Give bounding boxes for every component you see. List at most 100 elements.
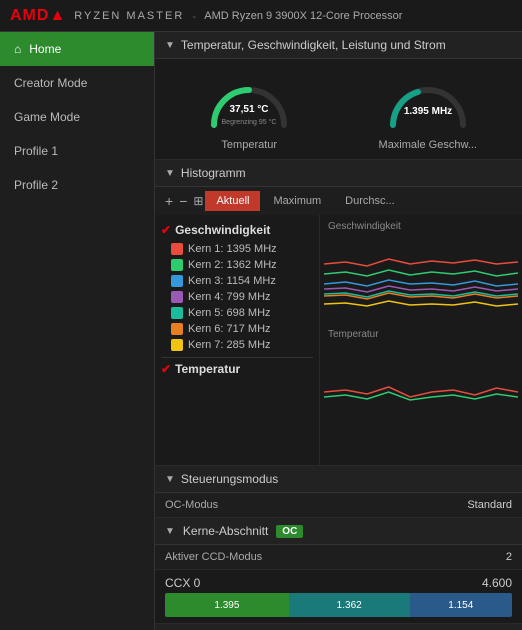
steuerungsmodus-header: ▼ Steuerungsmodus (155, 466, 522, 493)
legend-item-kern5: Kern 5: 698 MHz (161, 305, 313, 321)
kern6-color-swatch (171, 323, 183, 335)
histogram-section: ▼ Histogramm + − ⊞ Aktuell Maximum Durch… (155, 160, 522, 466)
oc-badge: OC (276, 525, 303, 538)
sidebar-label-profile1: Profile 1 (14, 144, 58, 158)
kern3-color-swatch (171, 275, 183, 287)
tab-aktuell[interactable]: Aktuell (205, 191, 260, 211)
kern4-color-swatch (171, 291, 183, 303)
ccx-seg2-value: 1.362 (337, 600, 362, 611)
kern7-label: Kern 7: 285 MHz (188, 339, 271, 351)
amd-logo: AMD▲ (10, 7, 66, 25)
content-area: ▼ Temperatur, Geschwindigkeit, Leistung … (155, 32, 522, 630)
legend-panel: ✔ Geschwindigkeit Kern 1: 1395 MHz Kern … (155, 215, 320, 465)
geschwindigkeit-check-icon: ✔ (161, 223, 171, 237)
histogram-tabs: + − ⊞ Aktuell Maximum Durchsc... (155, 187, 522, 215)
sidebar: ⌂ Home Creator Mode Game Mode Profile 1 … (0, 32, 155, 630)
kern1-color-swatch (171, 243, 183, 255)
kern3-label: Kern 3: 1154 MHz (188, 275, 276, 287)
app-title: RYZEN MASTER (74, 10, 184, 22)
chart-label-geschwindigkeit: Geschwindigkeit (324, 219, 518, 234)
sidebar-label-game: Game Mode (14, 110, 80, 124)
metrics-row: 37,51 °C Begrenzing 95 °C Temperatur 1.3… (155, 59, 522, 160)
tab-maximum[interactable]: Maximum (262, 191, 332, 211)
main-layout: ⌂ Home Creator Mode Game Mode Profile 1 … (0, 32, 522, 630)
oc-modus-value: Standard (467, 499, 512, 511)
processor-name: AMD Ryzen 9 3900X 12-Core Processor (204, 10, 402, 22)
ccx-label: CCX 0 (165, 576, 200, 590)
svg-text:Begrenzing 95 °C: Begrenzing 95 °C (222, 118, 277, 126)
metrics-chevron-icon: ▼ (165, 40, 175, 51)
sidebar-item-home[interactable]: ⌂ Home (0, 32, 154, 66)
sidebar-item-profile-1[interactable]: Profile 1 (0, 134, 154, 168)
legend-item-kern1: Kern 1: 1395 MHz (161, 241, 313, 257)
home-icon: ⌂ (14, 42, 21, 56)
sidebar-item-creator-mode[interactable]: Creator Mode (0, 66, 154, 100)
oc-modus-row: OC-Modus Standard (155, 493, 522, 517)
temperature-gauge: 37,51 °C Begrenzing 95 °C (204, 67, 294, 137)
legend-temperatur-label: Temperatur (175, 362, 240, 376)
legend-group-geschwindigkeit: ✔ Geschwindigkeit (161, 223, 313, 237)
sidebar-label-creator: Creator Mode (14, 76, 87, 90)
temp-chart-svg (324, 342, 518, 422)
histogram-add-button[interactable]: + (165, 193, 173, 209)
legend-geschwindigkeit-label: Geschwindigkeit (175, 223, 270, 237)
kern7-color-swatch (171, 339, 183, 351)
ccx-section: CCX 0 4.600 1.395 1.362 1.154 (155, 570, 522, 624)
ccx-seg3-value: 1.154 (448, 600, 473, 611)
kern2-color-swatch (171, 259, 183, 271)
speed-gauge-svg: 1.395 MHz (383, 70, 473, 135)
oc-modus-label: OC-Modus (165, 499, 218, 511)
legend-item-kern3: Kern 3: 1154 MHz (161, 273, 313, 289)
speed-card: 1.395 MHz Maximale Geschw... (344, 67, 513, 151)
steuerungsmodus-chevron-icon: ▼ (165, 474, 175, 485)
legend-item-kern2: Kern 2: 1362 MHz (161, 257, 313, 273)
speed-gauge: 1.395 MHz (383, 67, 473, 137)
title-separator: - (192, 9, 196, 23)
temperature-gauge-svg: 37,51 °C Begrenzing 95 °C (204, 70, 294, 135)
kerne-section: ▼ Kerne-Abschnitt OC Aktiver CCD-Modus 2… (155, 518, 522, 624)
ccx-seg-1: 1.395 (165, 593, 289, 617)
kerne-header: ▼ Kerne-Abschnitt OC (155, 518, 522, 545)
ccx-seg1-value: 1.395 (214, 600, 239, 611)
temperature-label: Temperatur (221, 139, 277, 151)
steuerungsmodus-section: ▼ Steuerungsmodus OC-Modus Standard (155, 466, 522, 518)
steuerungsmodus-title: Steuerungsmodus (181, 472, 278, 486)
sidebar-label-home: Home (29, 42, 61, 56)
sidebar-item-game-mode[interactable]: Game Mode (0, 100, 154, 134)
svg-text:37,51 °C: 37,51 °C (230, 104, 269, 115)
speed-label: Maximale Geschw... (379, 139, 477, 151)
legend-group-temperatur: ✔ Temperatur (161, 362, 313, 376)
histogram-remove-button[interactable]: − (179, 193, 187, 209)
tab-durchschnitt[interactable]: Durchsc... (334, 191, 406, 211)
ccx-seg-3: 1.154 (410, 593, 512, 617)
metrics-title: Temperatur, Geschwindigkeit, Leistung un… (181, 38, 446, 52)
sidebar-label-profile2: Profile 2 (14, 178, 58, 192)
kern4-label: Kern 4: 799 MHz (188, 291, 271, 303)
metrics-section-header: ▼ Temperatur, Geschwindigkeit, Leistung … (155, 32, 522, 59)
ccx-seg-2: 1.362 (289, 593, 410, 617)
spannung-section: ▼ Spannungssteuerungen (155, 624, 522, 630)
ccd-label: Aktiver CCD-Modus (165, 551, 262, 563)
histogram-grid-button[interactable]: ⊞ (193, 194, 203, 208)
ccd-row: Aktiver CCD-Modus 2 (155, 545, 522, 570)
kern5-label: Kern 5: 698 MHz (188, 307, 271, 319)
ccx-labels: CCX 0 4.600 (165, 576, 512, 590)
sidebar-item-profile-2[interactable]: Profile 2 (0, 168, 154, 202)
top-bar: AMD▲ RYZEN MASTER - AMD Ryzen 9 3900X 12… (0, 0, 522, 32)
histogram-body: ✔ Geschwindigkeit Kern 1: 1395 MHz Kern … (155, 215, 522, 465)
svg-text:1.395 MHz: 1.395 MHz (404, 106, 452, 117)
speed-chart-svg (324, 234, 518, 324)
legend-item-kern4: Kern 4: 799 MHz (161, 289, 313, 305)
chart-label-temperatur: Temperatur (324, 327, 518, 342)
histogram-title: Histogramm (181, 166, 246, 180)
temperature-card: 37,51 °C Begrenzing 95 °C Temperatur (165, 67, 334, 151)
kern1-label: Kern 1: 1395 MHz (188, 243, 277, 255)
ccx-bar: 1.395 1.362 1.154 (165, 593, 512, 617)
ccx-value: 4.600 (482, 576, 512, 590)
kerne-chevron-icon: ▼ (165, 526, 175, 537)
kerne-title: Kerne-Abschnitt (183, 524, 268, 538)
ccd-value: 2 (506, 551, 512, 563)
temperatur-check-icon: ✔ (161, 362, 171, 376)
legend-item-kern7: Kern 7: 285 MHz (161, 337, 313, 353)
chart-area: Geschwindigkeit Temperatur (320, 215, 522, 465)
